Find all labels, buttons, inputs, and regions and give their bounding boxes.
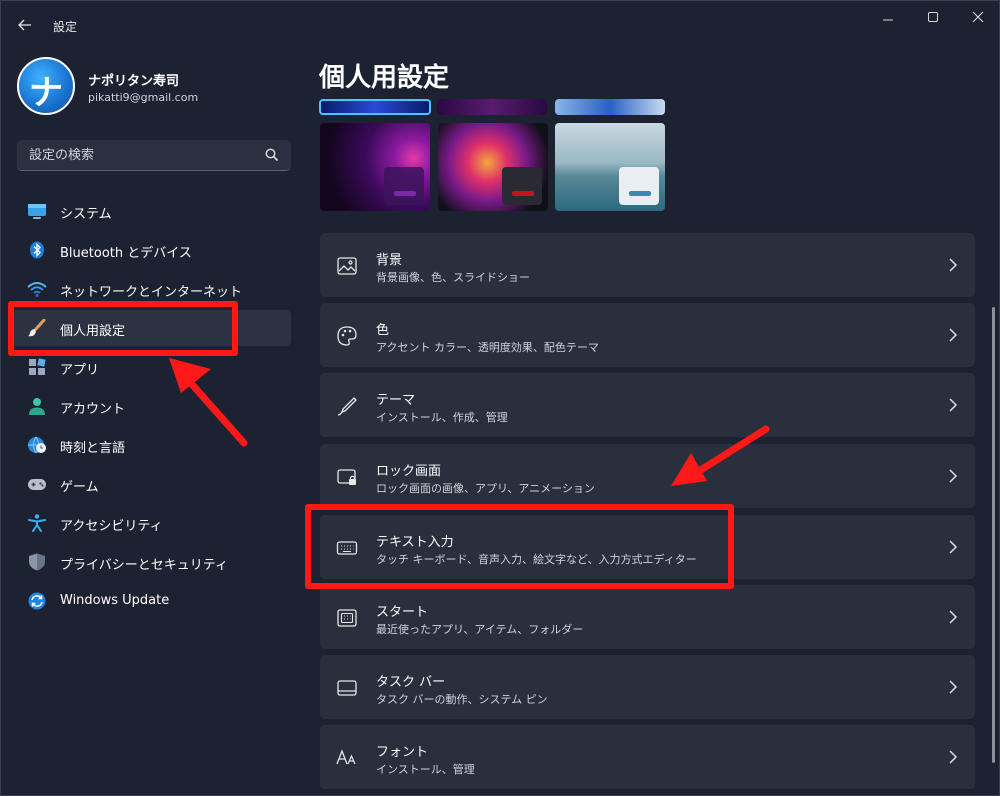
theme-preview-window — [502, 167, 542, 205]
sidebar-item-privacy[interactable]: プライバシーとセキュリティ — [11, 544, 291, 580]
sidebar-item-time-language[interactable]: 時刻と言語 — [11, 427, 291, 463]
sidebar-item-label: 時刻と言語 — [60, 441, 126, 456]
chevron-right-icon — [949, 750, 958, 764]
card-title: 背景 — [376, 253, 403, 268]
card-background[interactable]: 背景 背景画像、色、スライドショー — [320, 233, 975, 297]
card-themes[interactable]: テーマ インストール、作成、管理 — [320, 373, 975, 437]
theme-thumbnail[interactable] — [319, 99, 431, 115]
card-title: テーマ — [376, 393, 416, 408]
start-icon — [337, 609, 357, 627]
card-title: ロック画面 — [376, 464, 442, 479]
sidebar-item-system[interactable]: システム — [11, 193, 291, 229]
accessibility-icon — [28, 514, 46, 532]
minimize-button[interactable] — [873, 9, 903, 29]
sidebar-item-label: Bluetooth とデバイス — [60, 246, 192, 261]
globe-clock-icon — [28, 436, 46, 454]
search-input[interactable] — [17, 140, 257, 170]
theme-preview-window — [619, 167, 659, 205]
app-title: 設定 — [53, 20, 78, 34]
close-icon — [972, 11, 984, 23]
bluetooth-icon — [30, 241, 44, 259]
maximize-button[interactable] — [918, 9, 948, 29]
close-button[interactable] — [963, 9, 993, 29]
card-fonts[interactable]: フォント インストール、管理 — [320, 725, 975, 789]
avatar[interactable]: ナ — [17, 57, 75, 115]
card-start[interactable]: スタート 最近使ったアプリ、アイテム、フォルダー — [320, 585, 975, 649]
card-lock-screen[interactable]: ロック画面 ロック画面の画像、アプリ、アニメーション — [320, 444, 975, 508]
shield-icon — [29, 553, 45, 571]
card-subtitle: ロック画面の画像、アプリ、アニメーション — [376, 482, 595, 495]
card-taskbar[interactable]: タスク バー タスク バーの動作、システム ピン — [320, 655, 975, 719]
palette-icon — [337, 326, 357, 346]
apps-icon — [29, 358, 46, 375]
settings-window: 設定 ナ ナポリタン寿司 pikatti9@gmail.com 設定の検索 シス… — [0, 0, 1000, 796]
gamepad-icon — [28, 479, 46, 490]
card-subtitle: 最近使ったアプリ、アイテム、フォルダー — [376, 623, 584, 636]
page-title: 個人用設定 — [319, 63, 450, 93]
theme-thumbnail[interactable] — [438, 123, 548, 211]
search-icon[interactable] — [264, 147, 280, 163]
lock-screen-icon — [337, 469, 356, 485]
sidebar-item-label: ネットワークとインターネット — [60, 285, 243, 300]
sidebar-item-accounts[interactable]: アカウント — [11, 388, 291, 424]
search-box — [17, 140, 291, 171]
chevron-right-icon — [949, 328, 958, 342]
theme-accent-bar — [512, 191, 534, 196]
chevron-right-icon — [949, 258, 958, 272]
wifi-icon — [27, 282, 47, 297]
theme-thumbnail[interactable] — [320, 123, 430, 211]
card-title: スタート — [376, 605, 429, 620]
sidebar-item-windows-update[interactable]: Windows Update — [11, 583, 291, 619]
theme-accent-bar — [629, 191, 651, 196]
theme-thumbnail[interactable] — [555, 123, 665, 211]
sidebar-item-accessibility[interactable]: アクセシビリティ — [11, 505, 291, 541]
picture-icon — [337, 257, 357, 275]
theme-accent-bar — [394, 191, 416, 196]
minimize-icon — [883, 19, 893, 21]
theme-thumbnail[interactable] — [555, 99, 665, 115]
font-icon — [336, 749, 356, 765]
monitor-icon — [28, 204, 46, 219]
card-subtitle: アクセント カラー、透明度効果、配色テーマ — [376, 341, 599, 354]
sidebar-item-label: アカウント — [60, 402, 126, 417]
card-subtitle: 背景画像、色、スライドショー — [376, 271, 530, 284]
sidebar-item-label: システム — [60, 207, 112, 222]
brush-icon — [337, 397, 357, 416]
maximize-icon — [928, 12, 938, 22]
theme-preview-window — [384, 167, 424, 205]
card-title: タスク バー — [376, 675, 446, 690]
chevron-right-icon — [949, 610, 958, 624]
sidebar-item-label: Windows Update — [60, 593, 170, 608]
update-icon — [28, 592, 46, 610]
profile-name: ナポリタン寿司 — [88, 74, 180, 89]
profile-email: pikatti9@gmail.com — [88, 91, 199, 104]
person-icon — [29, 398, 45, 415]
sidebar-item-label: プライバシーとセキュリティ — [60, 558, 228, 573]
sidebar-item-label: ゲーム — [60, 480, 99, 495]
sidebar-item-label: アクセシビリティ — [60, 519, 163, 534]
scrollbar[interactable] — [992, 307, 995, 763]
card-subtitle: インストール、管理 — [376, 763, 475, 776]
taskbar-icon — [337, 680, 357, 696]
back-arrow-icon — [18, 19, 31, 31]
back-button[interactable] — [13, 13, 37, 37]
chevron-right-icon — [949, 469, 958, 483]
chevron-right-icon — [949, 398, 958, 412]
card-title: 色 — [376, 323, 390, 338]
highlight-box-personalization — [8, 301, 238, 356]
sidebar-item-label: アプリ — [60, 363, 100, 378]
theme-thumbnail[interactable] — [437, 99, 547, 115]
chevron-right-icon — [949, 540, 958, 554]
avatar-glyph: ナ — [29, 73, 63, 113]
sidebar-item-bluetooth[interactable]: Bluetooth とデバイス — [11, 232, 291, 268]
title-bar: 設定 — [1, 1, 999, 49]
card-subtitle: インストール、作成、管理 — [376, 411, 508, 424]
card-colors[interactable]: 色 アクセント カラー、透明度効果、配色テーマ — [320, 303, 975, 367]
sidebar-item-gaming[interactable]: ゲーム — [11, 466, 291, 502]
card-title: フォント — [376, 745, 429, 760]
highlight-box-text-input — [305, 504, 734, 589]
card-subtitle: タスク バーの動作、システム ピン — [376, 693, 548, 706]
chevron-right-icon — [949, 680, 958, 694]
